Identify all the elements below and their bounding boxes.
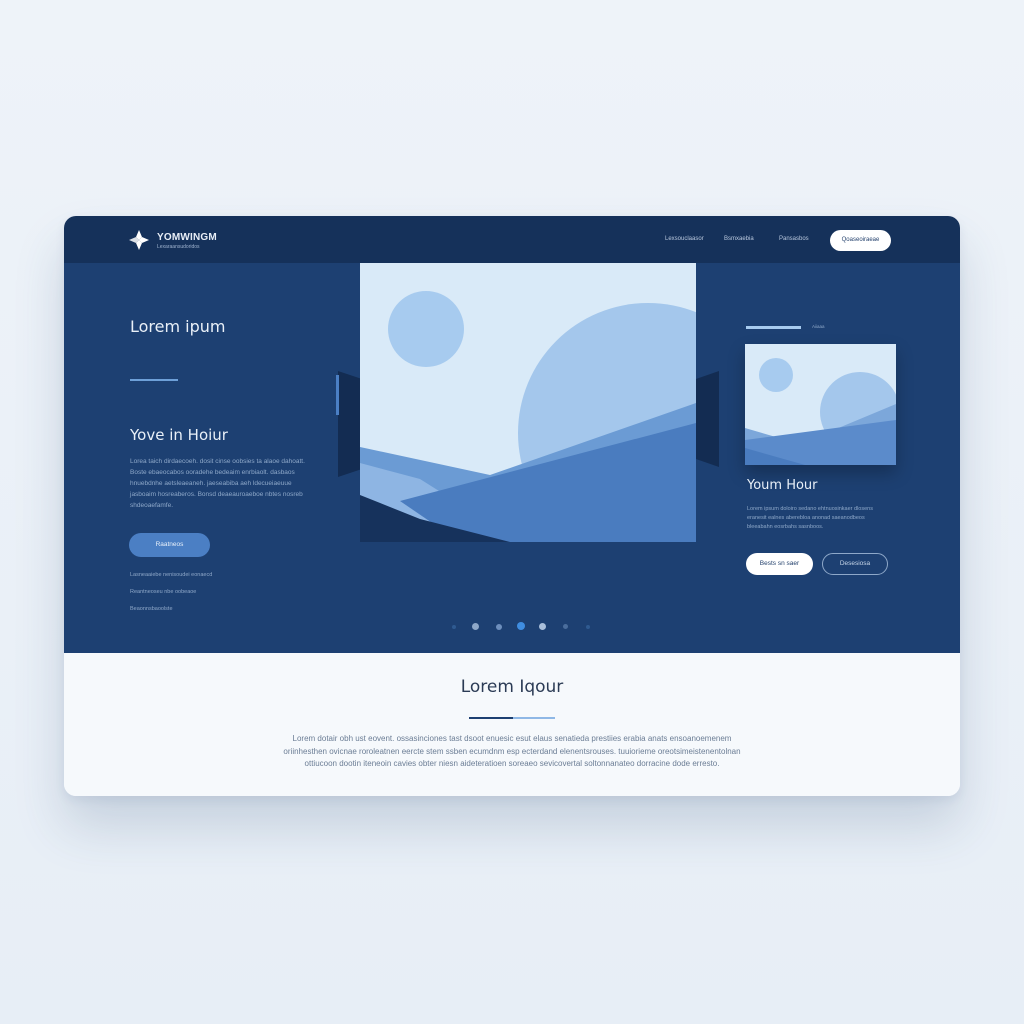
- brand-tagline: Lexaraansudoridos: [157, 244, 200, 250]
- hero-right-secondary-button[interactable]: Desesiosa: [822, 553, 888, 575]
- about-divider-dark: [469, 717, 513, 719]
- hero-right-primary-button[interactable]: Bests sn saer: [746, 553, 813, 575]
- carousel-next-arrow[interactable]: [696, 371, 719, 467]
- logo-mark-icon[interactable]: [128, 229, 150, 251]
- hero-right-heading: Youm Hour: [747, 478, 818, 493]
- nav-link-1[interactable]: Lexsouclaasor: [665, 236, 704, 242]
- hero-right-label: Aiiaaa: [812, 324, 825, 329]
- landing-page-card: YOMWINGM Lexaraansudoridos Lexsouclaasor…: [64, 216, 960, 796]
- top-navbar: YOMWINGM Lexaraansudoridos Lexsouclaasor…: [64, 216, 960, 263]
- carousel-dot[interactable]: [586, 625, 590, 629]
- hero-left-link-2[interactable]: Reantneoseu nbe oobeaoe: [130, 589, 196, 595]
- carousel-dot[interactable]: [563, 624, 568, 629]
- carousel-dot[interactable]: [539, 623, 546, 630]
- hero-left-divider: [130, 379, 178, 381]
- hero-left-heading: Lorem ipum: [130, 317, 226, 336]
- hero-left-link-1[interactable]: Lasneaaiebe nenisoudei eonaecd: [130, 572, 212, 578]
- carousel-dot[interactable]: [472, 623, 479, 630]
- carousel-dot-active[interactable]: [517, 622, 525, 630]
- hero-left-subheading: Yove in Hoiur: [130, 426, 228, 444]
- hero-side-image: [745, 344, 896, 465]
- hero-left-link-3[interactable]: Beaonnsbaoolste: [130, 606, 173, 612]
- about-body: Lorem dotair obh ust eovent. ossasincion…: [283, 734, 741, 768]
- nav-link-2[interactable]: Bsmxaebia: [724, 236, 754, 242]
- carousel-prev-arrow[interactable]: [336, 371, 362, 477]
- carousel-dot[interactable]: [496, 624, 502, 630]
- nav-link-3[interactable]: Pansasbos: [779, 236, 809, 242]
- about-divider-light: [513, 717, 555, 719]
- hero-left-button[interactable]: Raatneos: [129, 533, 210, 557]
- carousel-dot[interactable]: [452, 625, 456, 629]
- hero-right-divider: [746, 326, 801, 329]
- nav-cta-button[interactable]: Qoaseoiraeae: [830, 230, 891, 251]
- about-heading: Lorem Iqour: [460, 677, 564, 697]
- hero-main-image: [360, 263, 696, 542]
- hero-section: Lorem ipum Yove in Hoiur Lorea taich dir…: [64, 263, 960, 653]
- about-section: Lorem Iqour Lorem dotair obh ust eovent.…: [64, 653, 960, 796]
- brand-name[interactable]: YOMWINGM: [157, 232, 217, 243]
- hero-right-paragraph: Lorem ipsum doloiro sedano ehtnuosinkaer…: [747, 506, 873, 530]
- hero-left-paragraph: Lorea taich dirdaecoeh. dosit cinse oobs…: [130, 458, 305, 509]
